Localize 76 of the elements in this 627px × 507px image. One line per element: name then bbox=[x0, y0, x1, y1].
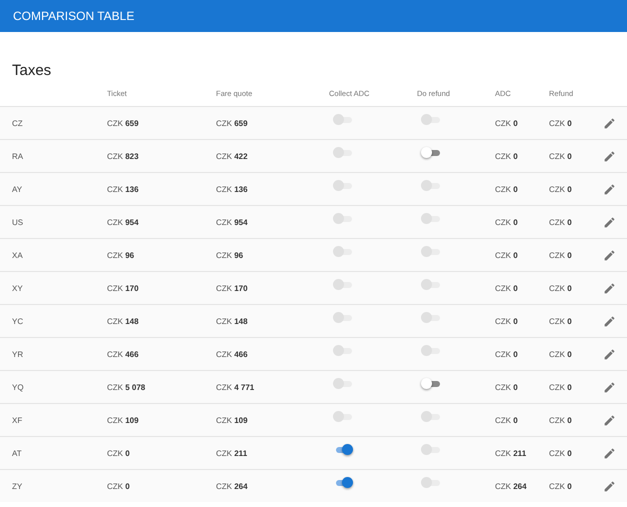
table-cell-text: CZK 0 bbox=[549, 284, 573, 292]
tax-code: XF bbox=[12, 416, 24, 424]
table-cell-text: CZK 0 bbox=[549, 416, 573, 424]
table-cell-text: CZK 148 bbox=[216, 316, 249, 326]
table-cell-text: CZK 109 bbox=[107, 416, 140, 424]
table-cell-text: CZK 0 bbox=[549, 152, 573, 160]
tax-code: US bbox=[12, 218, 24, 226]
table-cell-text: CZK 0 bbox=[495, 184, 519, 194]
table-cell-text: CZK 96 bbox=[107, 250, 136, 260]
table-cell-text: CZK 170 bbox=[216, 284, 249, 292]
edit-icon[interactable] bbox=[603, 348, 616, 360]
table-cell-text: CZK 466 bbox=[216, 350, 249, 358]
table-cell-text: CZK 0 bbox=[495, 382, 519, 392]
section-title: Taxes bbox=[12, 62, 52, 80]
tax-code: RA bbox=[12, 152, 24, 160]
toggle-switch[interactable] bbox=[421, 147, 441, 159]
tax-code: YR bbox=[12, 350, 24, 358]
edit-icon[interactable] bbox=[603, 446, 616, 460]
table-cell-text: CZK 0 bbox=[549, 482, 573, 490]
table-cell-text: CZK 0 bbox=[549, 350, 573, 358]
table-cell-text: CZK 4 771 bbox=[216, 382, 256, 392]
edit-icon[interactable] bbox=[603, 480, 616, 492]
table-cell-text: CZK 659 bbox=[216, 118, 249, 128]
table-cell-text: CZK 0 bbox=[495, 316, 519, 326]
table-cell-text: CZK 211 bbox=[495, 448, 528, 458]
table-cell-text: CZK 264 bbox=[216, 482, 249, 490]
app-title: COMPARISON TABLE bbox=[13, 9, 134, 23]
table-cell-text: CZK 170 bbox=[107, 284, 140, 292]
table-cell-text: CZK 5 078 bbox=[107, 382, 146, 392]
edit-icon[interactable] bbox=[603, 182, 616, 196]
table-cell-text: CZK 0 bbox=[495, 250, 519, 260]
tax-code: XA bbox=[12, 250, 24, 260]
table-cell-text: CZK 466 bbox=[107, 350, 140, 358]
tax-code: CZ bbox=[12, 118, 24, 128]
table-cell-text: CZK 823 bbox=[107, 152, 140, 160]
table-cell-text: CZK 96 bbox=[216, 250, 244, 260]
table-cell-text: CZK 659 bbox=[107, 118, 140, 128]
table-cell-text: CZK 0 bbox=[107, 448, 131, 458]
tax-code: XY bbox=[12, 284, 24, 292]
tax-code: AY bbox=[12, 184, 24, 194]
table-cell-text: CZK 0 bbox=[549, 118, 573, 128]
edit-icon[interactable] bbox=[603, 380, 616, 394]
table-cell-text: CZK 148 bbox=[107, 316, 140, 326]
edit-icon[interactable] bbox=[603, 150, 616, 162]
edit-icon[interactable] bbox=[603, 116, 616, 130]
table-cell-text: CZK 0 bbox=[107, 482, 131, 490]
toggle-switch[interactable] bbox=[421, 378, 441, 390]
table-cell-text: CZK 109 bbox=[216, 416, 249, 424]
table-cell-text: CZK 954 bbox=[107, 218, 140, 226]
table-cell-text: CZK 0 bbox=[495, 284, 519, 292]
table-cell-text: CZK 0 bbox=[495, 350, 519, 358]
table-cell-text: CZK 0 bbox=[549, 250, 573, 260]
table-cell-text: CZK 0 bbox=[495, 218, 519, 226]
table-cell-text: CZK 136 bbox=[107, 184, 140, 194]
table-cell-text: CZK 422 bbox=[216, 152, 249, 160]
tax-code: AT bbox=[12, 448, 23, 458]
edit-icon[interactable] bbox=[603, 248, 616, 262]
table-cell-text: CZK 954 bbox=[216, 218, 249, 226]
table-cell-text: CZK 136 bbox=[216, 184, 249, 194]
tax-code: YC bbox=[12, 316, 24, 326]
tax-code: YQ bbox=[12, 382, 25, 392]
table-cell-text: CZK 0 bbox=[549, 382, 573, 392]
edit-icon[interactable] bbox=[603, 314, 616, 328]
table-cell-text: CZK 0 bbox=[495, 416, 519, 424]
table-cell-text: CZK 264 bbox=[495, 482, 528, 490]
table-cell-text: CZK 211 bbox=[216, 448, 248, 458]
table-cell-text: CZK 0 bbox=[549, 184, 573, 194]
table-cell-text: CZK 0 bbox=[495, 152, 519, 160]
table-cell-text: CZK 0 bbox=[495, 118, 519, 128]
edit-icon[interactable] bbox=[603, 216, 616, 228]
tax-code: ZY bbox=[12, 482, 24, 490]
table-cell-text: CZK 0 bbox=[549, 448, 573, 458]
table-cell-text: CZK 0 bbox=[549, 316, 573, 326]
edit-icon[interactable] bbox=[603, 414, 616, 426]
table-cell-text: CZK 0 bbox=[549, 218, 573, 226]
edit-icon[interactable] bbox=[603, 282, 616, 294]
